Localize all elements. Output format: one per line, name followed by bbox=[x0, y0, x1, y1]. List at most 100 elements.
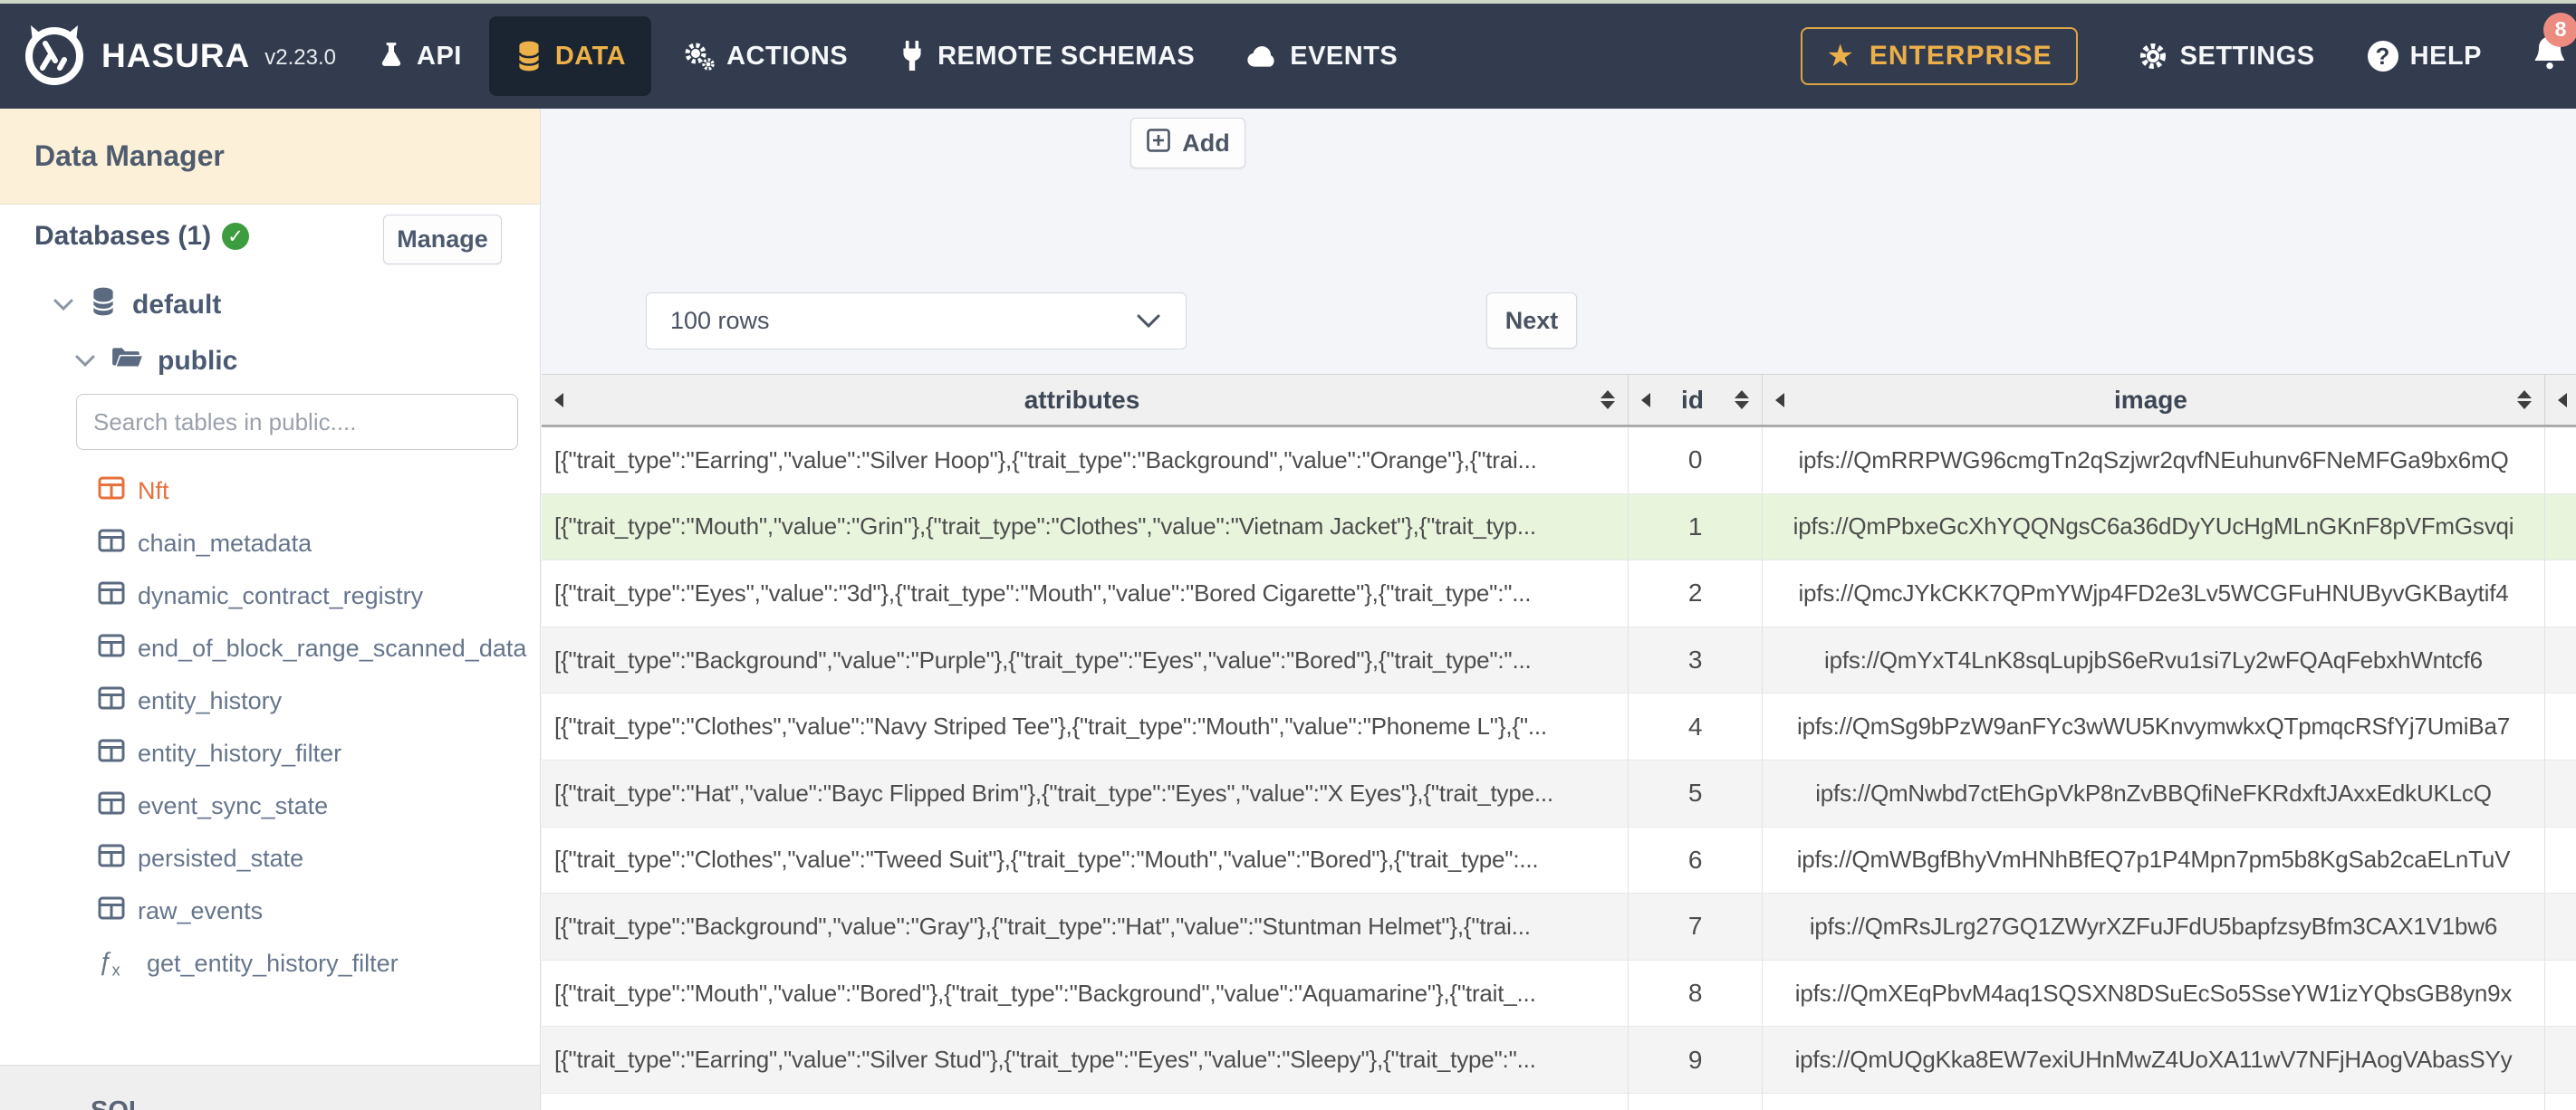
cell-id: 5 bbox=[1629, 760, 1763, 827]
sidebar-item-dynamic-contract-registry[interactable]: dynamic_contract_registry bbox=[98, 574, 423, 617]
cell-id: 6 bbox=[1629, 827, 1763, 894]
table-name: end_of_block_range_scanned_data bbox=[138, 634, 527, 662]
sidebar-item-chain-metadata[interactable]: chain_metadata bbox=[98, 522, 312, 565]
brand-title: HASURA bbox=[101, 37, 251, 74]
table-header-row: attributes id image bbox=[542, 374, 2576, 427]
sort-icon[interactable] bbox=[2517, 390, 2532, 409]
tree-node-label: public bbox=[158, 346, 238, 376]
column-header-id: id bbox=[1629, 375, 1763, 425]
table-icon bbox=[98, 844, 125, 874]
cell-id: 1 bbox=[1629, 493, 1763, 560]
nav-tab-help[interactable]: ? HELP bbox=[2367, 41, 2482, 72]
table-row: [{"trait_type":"Clothes","value":"Navy S… bbox=[542, 694, 2576, 761]
sort-icon[interactable] bbox=[1735, 390, 1749, 409]
notification-badge: 8 bbox=[2543, 12, 2576, 47]
nav-tab-label: API bbox=[417, 41, 462, 71]
table-name: entity_history bbox=[138, 686, 283, 714]
cell-attributes: [{"trait_type":"Background","value":"Pur… bbox=[542, 627, 1629, 694]
cell-attributes: [{"trait_type":"Earring","value":"Silver… bbox=[542, 1027, 1629, 1093]
search-tables-input[interactable] bbox=[76, 394, 518, 450]
collapse-column-icon[interactable] bbox=[1641, 392, 1650, 407]
gear-icon bbox=[2138, 41, 2168, 72]
cell-id bbox=[1629, 1093, 1763, 1110]
cell-attributes: [{"trait_type":"Eyes","value":"3d"},{"tr… bbox=[542, 560, 1629, 627]
help-icon: ? bbox=[2367, 41, 2398, 72]
nav-tab-label: HELP bbox=[2409, 41, 2482, 71]
data-manager-header: Data Manager bbox=[0, 109, 540, 205]
table-row: [{"trait_type":"Eyes","value":"3d"},{"tr… bbox=[542, 560, 2576, 627]
next-page-button[interactable]: Next bbox=[1486, 292, 1577, 349]
table-name: event_sync_state bbox=[138, 791, 329, 819]
manage-button[interactable]: Manage bbox=[383, 215, 502, 264]
sidebar-item-event-sync-state[interactable]: event_sync_state bbox=[98, 784, 328, 828]
sql-section-label[interactable]: SQL bbox=[91, 1096, 145, 1110]
collapse-column-icon[interactable] bbox=[1775, 392, 1784, 407]
nav-tab-actions[interactable]: ACTIONS bbox=[682, 40, 848, 72]
sidebar-item-entity-history-filter[interactable]: entity_history_filter bbox=[98, 732, 341, 775]
hasura-brand[interactable]: HASURA v2.23.0 bbox=[18, 18, 336, 95]
tree-node-default-db[interactable]: default bbox=[53, 285, 221, 325]
column-header-overflow bbox=[2545, 375, 2576, 425]
cell-id: 4 bbox=[1629, 694, 1763, 760]
nav-tab-settings[interactable]: SETTINGS bbox=[2138, 41, 2315, 72]
sort-icon[interactable] bbox=[1600, 390, 1615, 409]
hasura-logo-icon bbox=[18, 18, 91, 95]
bell-icon bbox=[2529, 35, 2571, 80]
table-row: [{"trait_type":"Clothes","value":"Tweed … bbox=[542, 827, 2576, 895]
table-name: entity_history_filter bbox=[138, 739, 342, 767]
collapse-column-icon[interactable] bbox=[554, 392, 563, 407]
table-row: [{"trait_type":"Background","value":"Pur… bbox=[542, 627, 2576, 694]
cell-overflow bbox=[2545, 761, 2576, 827]
table-row: [{"trait_type":"Earring","value":"Silver… bbox=[542, 1027, 2576, 1094]
version-label: v2.23.0 bbox=[264, 45, 337, 70]
notifications-bell[interactable]: 8 bbox=[2529, 12, 2576, 81]
sidebar-item-persisted-state[interactable]: persisted_state bbox=[98, 837, 303, 880]
rows-per-page-select[interactable]: 100 rows bbox=[646, 292, 1187, 349]
add-row-button[interactable]: Add bbox=[1130, 118, 1245, 168]
table-icon bbox=[98, 581, 125, 611]
cell-image: ipfs://QmYxT4LnK8sqLupjbS6eRvu1si7Ly2wFQ… bbox=[1763, 627, 2545, 694]
cell-image: ipfs://QmWBgfBhyVmHNhBfEQ7p1P4Mpn7pm5b8K… bbox=[1763, 827, 2545, 894]
nav-tab-api[interactable]: API bbox=[378, 41, 462, 72]
cell-attributes: [{"trait_type":"Mouth","value":"Grin"},{… bbox=[542, 493, 1629, 560]
nav-tab-data[interactable]: DATA bbox=[488, 16, 652, 96]
nav-tab-events[interactable]: EVENTS bbox=[1245, 42, 1398, 72]
cell-overflow bbox=[2545, 560, 2576, 627]
sidebar-item-end-of-block-range-scanned-data[interactable]: end_of_block_range_scanned_data bbox=[98, 627, 526, 670]
cell-image: ipfs://QmRsJLrg27GQ1ZWyrXZFuJFdU5bapfzsy… bbox=[1763, 894, 2545, 960]
data-table: attributes id image [{"trait_type":"Earr… bbox=[542, 374, 2576, 1110]
cell-overflow bbox=[2545, 694, 2576, 760]
tree-node-public-schema[interactable]: public bbox=[74, 341, 237, 381]
sidebar-item-get-entity-history-filter[interactable]: ƒx get_entity_history_filter bbox=[98, 942, 399, 985]
cell-image: ipfs://QmRRPWG96cmgTn2qSzjwr2qvfNEuhunv6… bbox=[1763, 427, 2545, 493]
table-row: [{"trait_type":"Background","value":"Gra… bbox=[542, 894, 2576, 961]
cell-overflow bbox=[2545, 494, 2576, 560]
chevron-down-icon[interactable] bbox=[53, 298, 74, 312]
cell-image: ipfs://QmPbxeGcXhYQQNgsC6a36dDyYUcHgMLnG… bbox=[1763, 493, 2545, 560]
table-row-partial bbox=[542, 1093, 2576, 1110]
collapse-column-icon[interactable] bbox=[2558, 392, 2567, 407]
table-row-highlighted: [{"trait_type":"Mouth","value":"Grin"},{… bbox=[542, 493, 2576, 561]
cloud-icon bbox=[1245, 43, 1278, 69]
enterprise-button[interactable]: ★ ENTERPRISE bbox=[1801, 27, 2078, 85]
function-name: get_entity_history_filter bbox=[147, 949, 399, 977]
nav-tab-label: DATA bbox=[554, 41, 627, 71]
cell-attributes: [{"trait_type":"Earring","value":"Silver… bbox=[542, 427, 1629, 493]
sidebar-item-raw-events[interactable]: raw_events bbox=[98, 889, 263, 933]
sidebar-item-entity-history[interactable]: entity_history bbox=[98, 679, 282, 722]
cell-overflow bbox=[2545, 961, 2576, 1027]
navbar-right: ★ ENTERPRISE SETTINGS ? HELP 8 bbox=[1801, 12, 2576, 85]
nav-tab-remote-schemas[interactable]: REMOTE SCHEMAS bbox=[899, 41, 1195, 72]
main-content: Add 100 rows Next attributes id image [{… bbox=[542, 109, 2576, 1110]
sidebar-item-nft[interactable]: Nft bbox=[98, 469, 169, 512]
cell-overflow bbox=[2545, 627, 2576, 694]
nav-tab-label: ACTIONS bbox=[726, 41, 849, 71]
cell-image: ipfs://QmcJYkCKK7QPmYWjp4FD2e3Lv5WCGFuHN… bbox=[1763, 560, 2545, 627]
navbar: HASURA v2.23.0 API DATA ACTIONS REMOTE S… bbox=[0, 4, 2576, 109]
column-header-attributes: attributes bbox=[542, 375, 1629, 425]
cell-attributes: [{"trait_type":"Clothes","value":"Tweed … bbox=[542, 827, 1629, 894]
function-icon: ƒx bbox=[98, 946, 120, 980]
chevron-down-icon[interactable] bbox=[74, 354, 96, 368]
nav-tab-label: EVENTS bbox=[1290, 41, 1399, 71]
sidebar-footer: SQL bbox=[0, 1065, 540, 1110]
